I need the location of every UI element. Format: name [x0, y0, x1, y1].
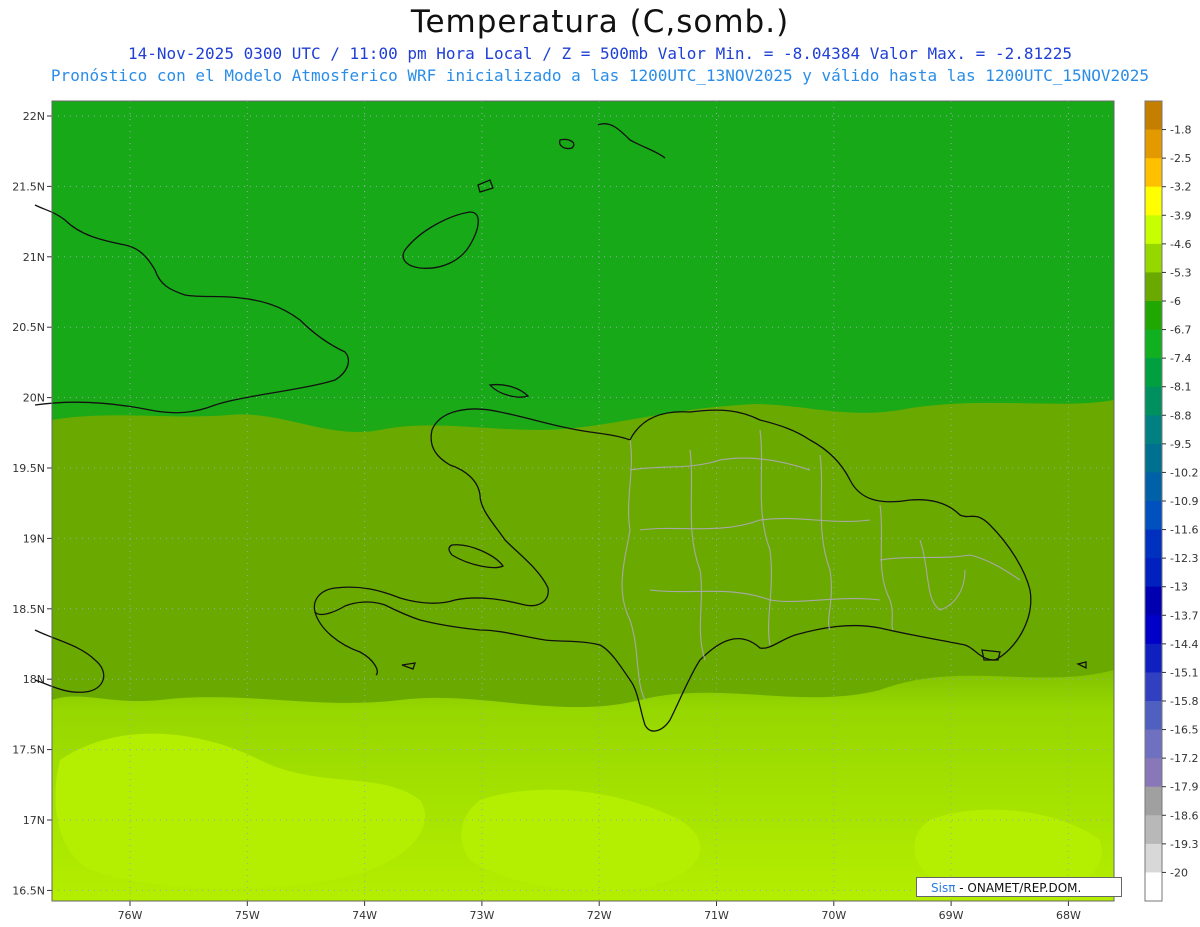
colorbar-swatch: [1145, 529, 1162, 559]
colorbar-label: -4.6: [1170, 238, 1191, 251]
colorbar-swatch: [1145, 729, 1162, 759]
colorbar: -1.8 -2.5 -3.2 -3.9 -4.6 -5.3 -6 -6.7 -7.4 -8.1 -8…: [1144, 100, 1198, 902]
colorbar-swatch: [1145, 329, 1162, 359]
colorbar-label: -18.6: [1170, 809, 1198, 822]
lat-label: 19.5N: [12, 462, 45, 475]
colorbar-label: -9.5: [1170, 438, 1191, 451]
colorbar-swatch: [1145, 186, 1162, 216]
colorbar-label: -8.1: [1170, 381, 1191, 394]
colorbar-label: -1.8: [1170, 124, 1191, 137]
colorbar-swatch: [1145, 215, 1162, 245]
colorbar-label: -14.4: [1170, 638, 1198, 651]
colorbar-label: -8.8: [1170, 409, 1191, 422]
colorbar-swatch: [1145, 786, 1162, 816]
temperature-field: [52, 101, 1114, 901]
lat-label: 19N: [23, 532, 45, 545]
colorbar-swatch: [1145, 158, 1162, 188]
colorbar-swatch: [1145, 615, 1162, 645]
colorbar-label: -7.4: [1170, 352, 1191, 365]
lon-label: 76W: [118, 909, 143, 922]
lon-label: 69W: [939, 909, 964, 922]
lon-label: 72W: [587, 909, 612, 922]
lat-label: 20.5N: [12, 321, 45, 334]
colorbar-swatch: [1145, 843, 1162, 873]
colorbar-swatch: [1145, 672, 1162, 702]
lat-label: 16.5N: [12, 884, 45, 897]
colorbar-label: -16.5: [1170, 724, 1198, 737]
pi-logo-icon: π: [948, 881, 956, 895]
colorbar-swatch: [1145, 758, 1162, 788]
colorbar-label: -12.3: [1170, 552, 1198, 565]
lon-label: 71W: [704, 909, 729, 922]
colorbar-label: -2.5: [1170, 152, 1191, 165]
colorbar-swatch: [1145, 815, 1162, 845]
lat-label: 21N: [23, 251, 45, 264]
colorbar-swatch: [1145, 586, 1162, 616]
lat-label: 22N: [23, 110, 45, 123]
lat-label: 17N: [23, 814, 45, 827]
colorbar-swatch: [1145, 415, 1162, 445]
colorbar-label: -6.7: [1170, 324, 1191, 337]
lat-label: 18N: [23, 673, 45, 686]
colorbar-label: -15.8: [1170, 695, 1198, 708]
colorbar-swatch: [1145, 243, 1162, 273]
lon-label: 70W: [821, 909, 846, 922]
credit-box: Sisπ - ONAMET/REP.DOM.: [916, 877, 1122, 897]
colorbar-swatch: [1145, 272, 1162, 302]
lat-label: 20N: [23, 392, 45, 405]
temperature-map: 22N 21.5N 21N 20.5N 20N 19.5N 19N 18.5N 18N 17.5N…: [12, 100, 1198, 922]
lon-label: 74W: [352, 909, 377, 922]
colorbar-label: -17.9: [1170, 781, 1198, 794]
colorbar-swatch: [1145, 701, 1162, 731]
colorbar-swatch: [1145, 558, 1162, 588]
lat-label: 18.5N: [12, 603, 45, 616]
lon-label: 68W: [1056, 909, 1081, 922]
colorbar-label: -3.2: [1170, 181, 1191, 194]
lat-label: 21.5N: [12, 180, 45, 193]
colorbar-label: -20: [1170, 866, 1188, 879]
colorbar-swatch: [1145, 501, 1162, 531]
colorbar-label: -11.6: [1170, 524, 1198, 537]
colorbar-label: -10.9: [1170, 495, 1198, 508]
colorbar-swatch: [1145, 386, 1162, 416]
credit-text: - ONAMET/REP.DOM.: [959, 881, 1082, 895]
lat-label: 17.5N: [12, 744, 45, 757]
lon-label: 73W: [469, 909, 494, 922]
colorbar-swatch: [1145, 129, 1162, 159]
colorbar-swatch: [1145, 101, 1162, 131]
colorbar-label: -10.2: [1170, 466, 1198, 479]
colorbar-swatch: [1145, 301, 1162, 331]
colorbar-label: -3.9: [1170, 209, 1191, 222]
colorbar-swatch: [1145, 872, 1162, 902]
colorbar-swatch: [1145, 443, 1162, 473]
colorbar-swatch: [1145, 643, 1162, 673]
lon-label: 75W: [235, 909, 260, 922]
colorbar-label: -6: [1170, 295, 1181, 308]
colorbar-label: -13.7: [1170, 609, 1198, 622]
colorbar-label: -13: [1170, 581, 1188, 594]
sis-logo-text: Sis: [931, 881, 949, 895]
colorbar-label: -17.2: [1170, 752, 1198, 765]
colorbar-label: -5.3: [1170, 266, 1191, 279]
colorbar-label: -15.1: [1170, 666, 1198, 679]
colorbar-swatch: [1145, 358, 1162, 388]
colorbar-swatch: [1145, 472, 1162, 502]
colorbar-label: -19.3: [1170, 838, 1198, 851]
